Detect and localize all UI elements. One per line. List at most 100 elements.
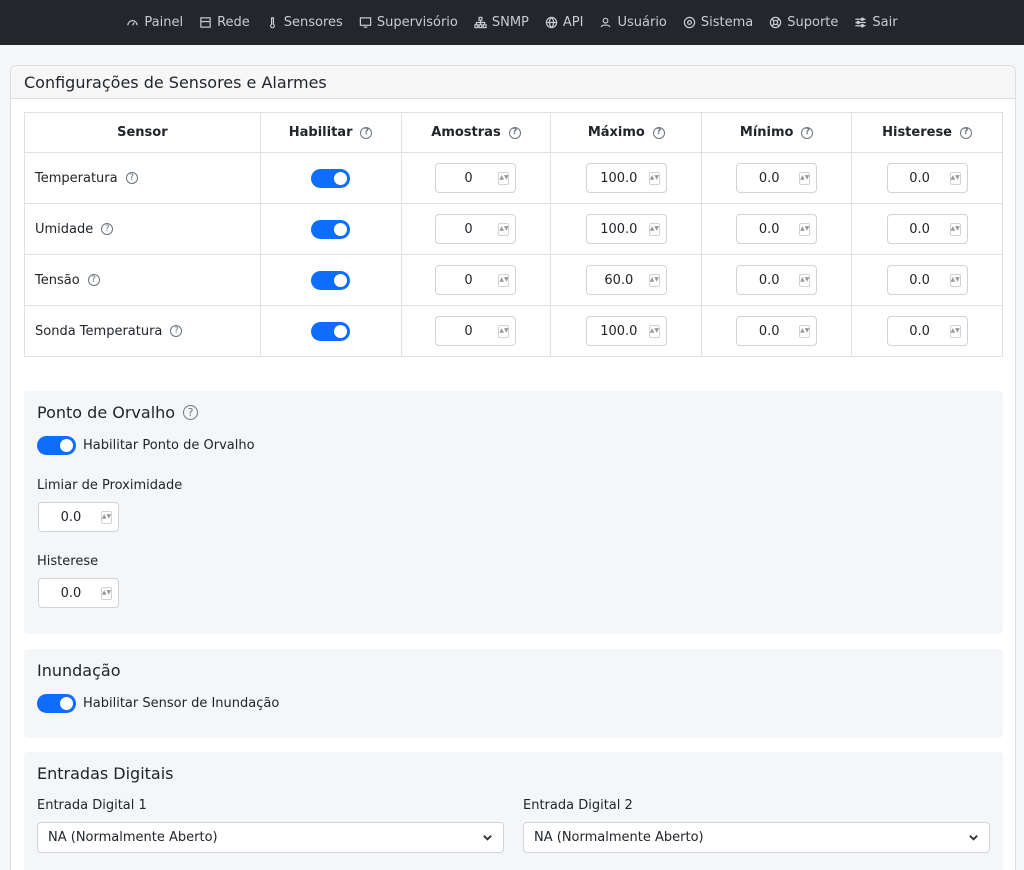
- nav-label: Painel: [144, 15, 184, 30]
- enable-toggle[interactable]: [311, 219, 351, 239]
- table-row: Sonda Temperatura? 0 ▲▼ 100.0 ▲▼ 0.0 ▲▼ 0.0…: [24, 305, 1003, 357]
- sensor-name: Temperatura?: [24, 152, 261, 204]
- nav-label: Sensores: [283, 15, 343, 30]
- spinner-icon[interactable]: ▲▼: [949, 273, 961, 287]
- network-icon: [200, 17, 211, 28]
- digital-input-1-select[interactable]: NA (Normalmente Aberto): [37, 822, 504, 853]
- nav-api[interactable]: API: [537, 0, 592, 45]
- hyst-input[interactable]: 0.0 ▲▼: [886, 163, 968, 193]
- spinner-icon[interactable]: ▲▼: [648, 222, 660, 236]
- max-input[interactable]: 100.0 ▲▼: [585, 316, 667, 346]
- help-icon[interactable]: ?: [170, 325, 183, 337]
- chevron-down-icon: [483, 835, 492, 841]
- nav-sair[interactable]: Sair: [846, 0, 905, 45]
- samples-input[interactable]: 0 ▲▼: [435, 163, 517, 193]
- spinner-icon[interactable]: ▲▼: [101, 586, 112, 600]
- flood-title: Inundação: [37, 661, 121, 680]
- spinner-icon[interactable]: ▲▼: [498, 324, 510, 338]
- thermometer-icon: [269, 17, 275, 29]
- help-icon[interactable]: ?: [101, 223, 114, 235]
- flood-enable-toggle[interactable]: [37, 694, 76, 713]
- help-icon[interactable]: ?: [87, 274, 100, 286]
- spinner-icon[interactable]: ▲▼: [498, 171, 510, 185]
- spinner-icon[interactable]: ▲▼: [949, 222, 961, 236]
- help-icon[interactable]: ?: [125, 172, 138, 184]
- nav-sistema[interactable]: Sistema: [675, 0, 761, 45]
- dew-point-section: Ponto de Orvalho ? Habilitar Ponto de Or…: [24, 391, 1003, 634]
- table-row: Umidade? 0 ▲▼ 100.0 ▲▼ 0.0 ▲▼ 0.0 ▲▼: [24, 203, 1003, 255]
- nav-usuario[interactable]: Usuário: [591, 0, 674, 45]
- help-icon[interactable]: ?: [801, 126, 814, 139]
- max-input[interactable]: 100.0 ▲▼: [585, 163, 667, 193]
- nav-label: Usuário: [617, 15, 667, 30]
- threshold-label: Limiar de Proximidade: [37, 478, 183, 493]
- nav-snmp[interactable]: SNMP: [466, 0, 537, 45]
- min-input[interactable]: 0.0 ▲▼: [736, 163, 818, 193]
- min-input[interactable]: 0.0 ▲▼: [736, 316, 818, 346]
- spinner-icon[interactable]: ▲▼: [949, 324, 961, 338]
- hyst-input[interactable]: 0.0 ▲▼: [886, 214, 968, 244]
- nav-suporte[interactable]: Suporte: [761, 0, 846, 45]
- nav-label: API: [562, 15, 584, 30]
- nav-supervisorio[interactable]: Supervisório: [351, 0, 466, 45]
- samples-input[interactable]: 0 ▲▼: [435, 265, 517, 295]
- dew-point-enable-label: Habilitar Ponto de Orvalho: [83, 438, 255, 453]
- help-icon[interactable]: ?: [183, 405, 199, 420]
- spinner-icon[interactable]: ▲▼: [799, 222, 811, 236]
- col-min: Mínimo?: [701, 112, 853, 153]
- globe-icon: [545, 16, 558, 29]
- nav-label: SNMP: [491, 15, 529, 30]
- spinner-icon[interactable]: ▲▼: [498, 222, 510, 236]
- samples-input[interactable]: 0 ▲▼: [435, 316, 517, 346]
- digital-input-1-label: Entrada Digital 1: [37, 798, 147, 813]
- dew-point-enable-toggle[interactable]: [37, 436, 76, 455]
- enable-toggle[interactable]: [311, 270, 351, 290]
- dew-point-title: Ponto de Orvalho: [37, 403, 176, 422]
- samples-input[interactable]: 0 ▲▼: [435, 214, 517, 244]
- dew-hysteresis-input[interactable]: 0.0 ▲▼: [38, 578, 119, 608]
- nav-rede[interactable]: Rede: [191, 0, 258, 45]
- top-navbar: Painel Rede Sensores Supervisório SNMP A…: [0, 0, 1024, 45]
- spinner-icon[interactable]: ▲▼: [949, 171, 961, 185]
- sensor-config-card: Configurações de Sensores e Alarmes Sens…: [10, 65, 1016, 870]
- digital-input-2-select[interactable]: NA (Normalmente Aberto): [523, 822, 990, 853]
- max-input[interactable]: 100.0 ▲▼: [585, 214, 667, 244]
- help-icon[interactable]: ?: [508, 126, 521, 139]
- enable-toggle[interactable]: [311, 168, 351, 188]
- threshold-input[interactable]: 0.0 ▲▼: [38, 502, 119, 532]
- spinner-icon[interactable]: ▲▼: [648, 171, 660, 185]
- nav-label: Sistema: [700, 15, 754, 30]
- hyst-input[interactable]: 0.0 ▲▼: [886, 316, 968, 346]
- spinner-icon[interactable]: ▲▼: [799, 171, 811, 185]
- sensor-name: Tensão?: [24, 254, 261, 306]
- min-input[interactable]: 0.0 ▲▼: [736, 265, 818, 295]
- spinner-icon[interactable]: ▲▼: [799, 273, 811, 287]
- system-icon: [683, 16, 696, 29]
- spinner-icon[interactable]: ▲▼: [648, 324, 660, 338]
- col-sensor: Sensor: [24, 112, 261, 153]
- max-input[interactable]: 60.0 ▲▼: [585, 265, 667, 295]
- spinner-icon[interactable]: ▲▼: [498, 273, 510, 287]
- help-icon[interactable]: ?: [652, 126, 665, 139]
- help-icon[interactable]: ?: [360, 126, 373, 139]
- sliders-icon: [855, 17, 867, 28]
- table-header-row: Sensor Habilitar? Amostras? Máximo? Míni…: [24, 112, 1003, 153]
- hyst-input[interactable]: 0.0 ▲▼: [886, 265, 968, 295]
- spinner-icon[interactable]: ▲▼: [101, 510, 112, 524]
- spinner-icon[interactable]: ▲▼: [648, 273, 660, 287]
- col-enable: Habilitar?: [259, 112, 402, 153]
- card-title: Configurações de Sensores e Alarmes: [11, 66, 1015, 99]
- sensor-name: Sonda Temperatura?: [24, 305, 261, 357]
- help-icon[interactable]: ?: [960, 126, 972, 139]
- nav-label: Rede: [217, 15, 250, 30]
- table-row: Temperatura? 0 ▲▼ 100.0 ▲▼ 0.0 ▲▼ 0.0 ▲▼: [24, 152, 1003, 204]
- lifebuoy-icon: [770, 16, 782, 29]
- nav-sensores[interactable]: Sensores: [258, 0, 351, 45]
- enable-toggle[interactable]: [311, 321, 351, 341]
- col-samples: Amostras?: [400, 112, 552, 153]
- sensor-name: Umidade?: [24, 203, 261, 255]
- min-input[interactable]: 0.0 ▲▼: [736, 214, 818, 244]
- spinner-icon[interactable]: ▲▼: [799, 324, 811, 338]
- dew-hysteresis-label: Histerese: [37, 554, 99, 569]
- nav-painel[interactable]: Painel: [118, 0, 191, 45]
